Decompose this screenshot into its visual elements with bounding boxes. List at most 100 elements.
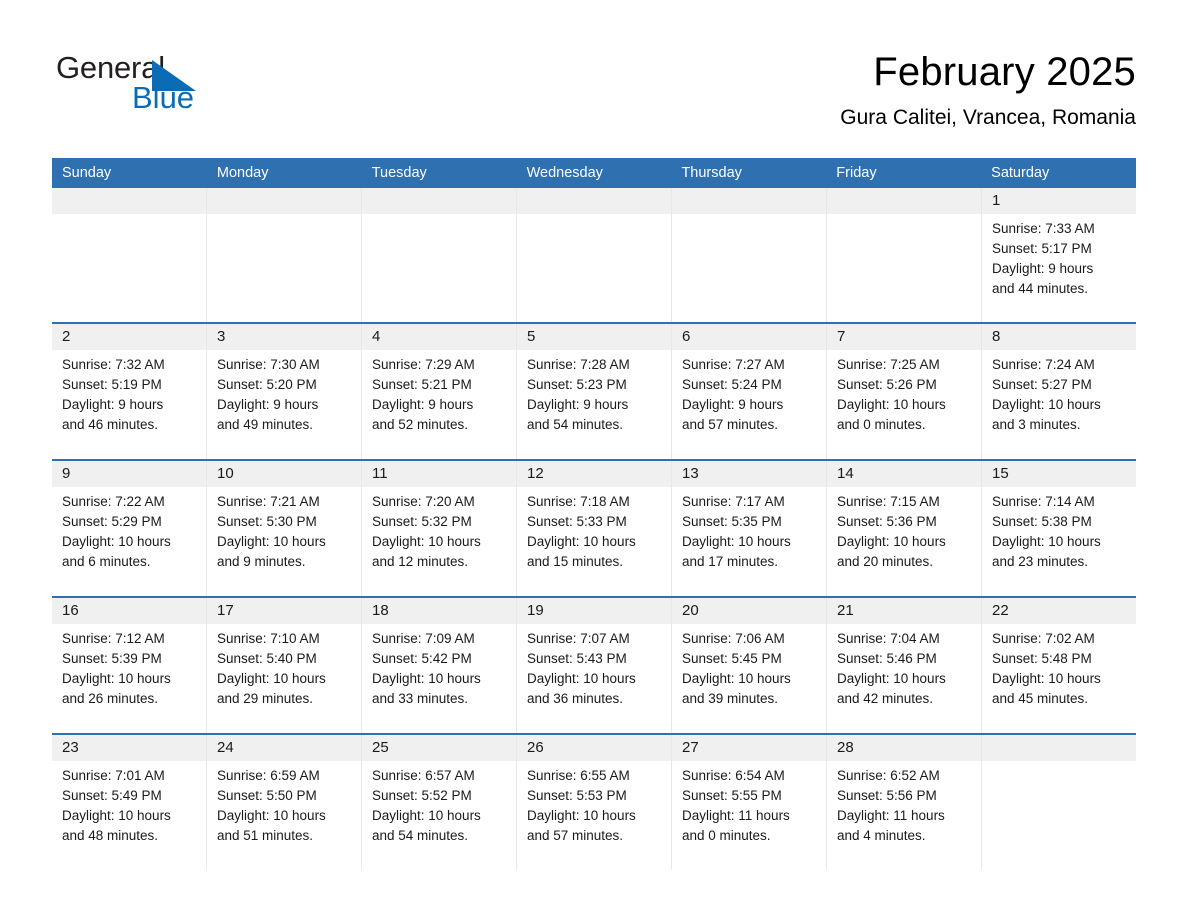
daylight-text-line2: and 23 minutes. — [992, 554, 1089, 569]
sunset-text: Sunset: 5:26 PM — [837, 377, 937, 392]
day-info: Sunrise: 7:15 AM Sunset: 5:36 PM Dayligh… — [827, 487, 981, 580]
day-cell[interactable]: 2 Sunrise: 7:32 AM Sunset: 5:19 PM Dayli… — [52, 324, 207, 459]
day-cell[interactable]: 20 Sunrise: 7:06 AM Sunset: 5:45 PM Dayl… — [672, 598, 827, 733]
day-number-band: 8 — [982, 324, 1136, 350]
day-cell[interactable]: 18 Sunrise: 7:09 AM Sunset: 5:42 PM Dayl… — [362, 598, 517, 733]
day-info: Sunrise: 7:09 AM Sunset: 5:42 PM Dayligh… — [362, 624, 516, 717]
sunrise-text: Sunrise: 7:20 AM — [372, 494, 475, 509]
day-cell[interactable]: 19 Sunrise: 7:07 AM Sunset: 5:43 PM Dayl… — [517, 598, 672, 733]
sunrise-text: Sunrise: 7:29 AM — [372, 357, 475, 372]
page-subtitle: Gura Calitei, Vrancea, Romania — [840, 106, 1136, 129]
day-cell[interactable]: 15 Sunrise: 7:14 AM Sunset: 5:38 PM Dayl… — [982, 461, 1136, 596]
day-cell[interactable]: 27 Sunrise: 6:54 AM Sunset: 5:55 PM Dayl… — [672, 735, 827, 870]
day-info: Sunrise: 7:28 AM Sunset: 5:23 PM Dayligh… — [517, 350, 671, 443]
daylight-text-line1: Daylight: 10 hours — [372, 671, 481, 686]
daylight-text-line1: Daylight: 10 hours — [992, 397, 1101, 412]
day-cell[interactable]: 26 Sunrise: 6:55 AM Sunset: 5:53 PM Dayl… — [517, 735, 672, 870]
daylight-text-line1: Daylight: 10 hours — [682, 534, 791, 549]
sunrise-text: Sunrise: 6:54 AM — [682, 768, 785, 783]
day-number-band: 26 — [517, 735, 671, 761]
day-number: 24 — [217, 739, 234, 756]
sunrise-text: Sunrise: 7:14 AM — [992, 494, 1095, 509]
day-number: 21 — [837, 602, 854, 619]
day-cell[interactable]: 14 Sunrise: 7:15 AM Sunset: 5:36 PM Dayl… — [827, 461, 982, 596]
daylight-text-line2: and 51 minutes. — [217, 828, 314, 843]
day-number: 5 — [527, 328, 536, 345]
calendar-page: General Blue February 2025 Gura Calitei,… — [0, 0, 1188, 918]
day-number: 23 — [62, 739, 79, 756]
day-cell[interactable]: 4 Sunrise: 7:29 AM Sunset: 5:21 PM Dayli… — [362, 324, 517, 459]
daylight-text-line2: and 17 minutes. — [682, 554, 779, 569]
day-number-band: 21 — [827, 598, 981, 624]
daylight-text-line1: Daylight: 10 hours — [62, 671, 171, 686]
daylight-text-line2: and 57 minutes. — [527, 828, 624, 843]
sunset-text: Sunset: 5:27 PM — [992, 377, 1092, 392]
daylight-text-line2: and 12 minutes. — [372, 554, 469, 569]
daylight-text-line1: Daylight: 10 hours — [837, 671, 946, 686]
day-number-band: 27 — [672, 735, 826, 761]
day-cell[interactable]: 7 Sunrise: 7:25 AM Sunset: 5:26 PM Dayli… — [827, 324, 982, 459]
day-cell[interactable] — [207, 188, 362, 322]
day-cell[interactable]: 10 Sunrise: 7:21 AM Sunset: 5:30 PM Dayl… — [207, 461, 362, 596]
sunrise-text: Sunrise: 7:06 AM — [682, 631, 785, 646]
daylight-text-line1: Daylight: 9 hours — [62, 397, 164, 412]
day-cell[interactable] — [362, 188, 517, 322]
day-cell[interactable]: 8 Sunrise: 7:24 AM Sunset: 5:27 PM Dayli… — [982, 324, 1136, 459]
day-info: Sunrise: 7:07 AM Sunset: 5:43 PM Dayligh… — [517, 624, 671, 717]
day-cell[interactable]: 6 Sunrise: 7:27 AM Sunset: 5:24 PM Dayli… — [672, 324, 827, 459]
logo-text-blue: Blue — [132, 80, 195, 115]
day-cell[interactable]: 17 Sunrise: 7:10 AM Sunset: 5:40 PM Dayl… — [207, 598, 362, 733]
day-cell[interactable]: 16 Sunrise: 7:12 AM Sunset: 5:39 PM Dayl… — [52, 598, 207, 733]
general-blue-logo: General Blue — [56, 52, 256, 122]
day-cell[interactable]: 11 Sunrise: 7:20 AM Sunset: 5:32 PM Dayl… — [362, 461, 517, 596]
daylight-text-line2: and 36 minutes. — [527, 691, 624, 706]
sunrise-text: Sunrise: 7:33 AM — [992, 221, 1095, 236]
day-cell[interactable] — [517, 188, 672, 322]
day-cell[interactable]: 9 Sunrise: 7:22 AM Sunset: 5:29 PM Dayli… — [52, 461, 207, 596]
day-number: 13 — [682, 465, 699, 482]
daylight-text-line1: Daylight: 9 hours — [992, 261, 1094, 276]
day-number: 22 — [992, 602, 1009, 619]
day-number: 11 — [372, 465, 388, 482]
sunset-text: Sunset: 5:17 PM — [992, 241, 1092, 256]
daylight-text-line2: and 39 minutes. — [682, 691, 779, 706]
day-cell[interactable] — [52, 188, 207, 322]
day-cell[interactable]: 3 Sunrise: 7:30 AM Sunset: 5:20 PM Dayli… — [207, 324, 362, 459]
sunrise-text: Sunrise: 7:25 AM — [837, 357, 940, 372]
calendar-grid: Sunday Monday Tuesday Wednesday Thursday… — [52, 158, 1136, 870]
day-number: 16 — [62, 602, 79, 619]
daylight-text-line2: and 0 minutes. — [837, 417, 926, 432]
day-cell[interactable]: 28 Sunrise: 6:52 AM Sunset: 5:56 PM Dayl… — [827, 735, 982, 870]
day-number: 6 — [682, 328, 691, 345]
day-number-band — [517, 188, 671, 214]
day-cell[interactable]: 12 Sunrise: 7:18 AM Sunset: 5:33 PM Dayl… — [517, 461, 672, 596]
day-cell[interactable]: 21 Sunrise: 7:04 AM Sunset: 5:46 PM Dayl… — [827, 598, 982, 733]
day-cell[interactable]: 23 Sunrise: 7:01 AM Sunset: 5:49 PM Dayl… — [52, 735, 207, 870]
day-number: 3 — [217, 328, 226, 345]
day-cell[interactable]: 24 Sunrise: 6:59 AM Sunset: 5:50 PM Dayl… — [207, 735, 362, 870]
daylight-text-line1: Daylight: 10 hours — [372, 808, 481, 823]
title-block: February 2025 Gura Calitei, Vrancea, Rom… — [840, 48, 1136, 132]
day-number-band: 2 — [52, 324, 206, 350]
daylight-text-line2: and 3 minutes. — [992, 417, 1081, 432]
sunset-text: Sunset: 5:20 PM — [217, 377, 317, 392]
day-info — [827, 214, 981, 227]
daylight-text-line2: and 26 minutes. — [62, 691, 159, 706]
day-cell[interactable]: 5 Sunrise: 7:28 AM Sunset: 5:23 PM Dayli… — [517, 324, 672, 459]
sunrise-text: Sunrise: 6:55 AM — [527, 768, 630, 783]
day-info — [207, 214, 361, 227]
day-cell[interactable] — [672, 188, 827, 322]
day-cell[interactable]: 25 Sunrise: 6:57 AM Sunset: 5:52 PM Dayl… — [362, 735, 517, 870]
day-info: Sunrise: 7:10 AM Sunset: 5:40 PM Dayligh… — [207, 624, 361, 717]
daylight-text-line2: and 6 minutes. — [62, 554, 151, 569]
day-cell[interactable] — [982, 735, 1136, 870]
day-cell[interactable]: 1 Sunrise: 7:33 AM Sunset: 5:17 PM Dayli… — [982, 188, 1136, 322]
day-cell[interactable]: 13 Sunrise: 7:17 AM Sunset: 5:35 PM Dayl… — [672, 461, 827, 596]
daylight-text-line1: Daylight: 10 hours — [217, 671, 326, 686]
day-number-band: 14 — [827, 461, 981, 487]
sunset-text: Sunset: 5:24 PM — [682, 377, 782, 392]
day-number-band: 18 — [362, 598, 516, 624]
day-cell[interactable]: 22 Sunrise: 7:02 AM Sunset: 5:48 PM Dayl… — [982, 598, 1136, 733]
day-info: Sunrise: 7:14 AM Sunset: 5:38 PM Dayligh… — [982, 487, 1136, 580]
day-cell[interactable] — [827, 188, 982, 322]
